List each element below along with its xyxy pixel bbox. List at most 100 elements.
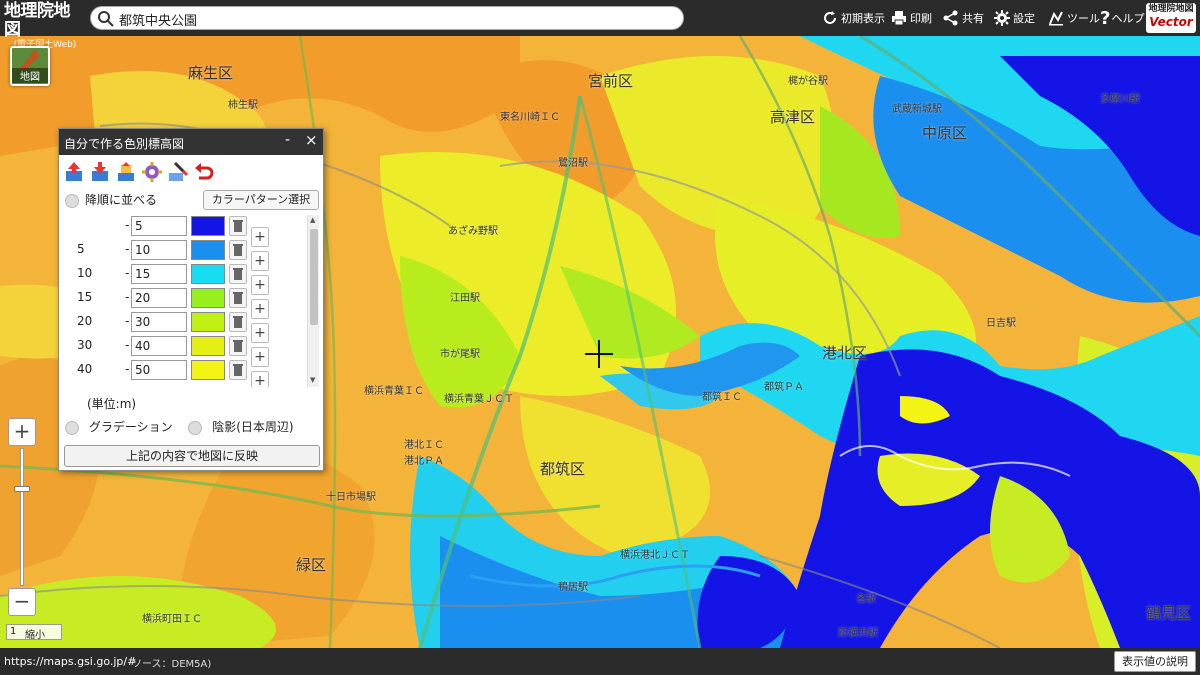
logo-title: 地理院地図: [4, 1, 71, 40]
scroll-down-icon[interactable]: ▼: [310, 376, 315, 384]
gear-icon[interactable]: [141, 161, 163, 183]
label-tsurumi: 鶴見区: [1146, 604, 1192, 622]
label-tomei-ic: 東名川崎ＩＣ: [500, 112, 560, 123]
reset-view-button[interactable]: 初期表示: [822, 8, 885, 28]
elevation-row: 30- 40 +: [63, 335, 307, 367]
zoom-out-button[interactable]: −: [8, 588, 36, 616]
scale-indicator: 1 縮小: [6, 624, 62, 641]
panel-titlebar[interactable]: 自分で作る色別標高図 - ×: [59, 129, 323, 155]
row-from: 30: [77, 338, 93, 352]
gear-icon: [994, 10, 1010, 26]
gsi-map-app: 麻生区 宮前区 高津区 中原区 港北区 都筑区 緑区 柿生駅 あざみ野駅 江田駅…: [0, 0, 1200, 675]
label-takatsu: 高津区: [770, 108, 816, 126]
scroll-up-icon[interactable]: ▲: [310, 216, 315, 224]
trash-icon[interactable]: [229, 216, 247, 236]
label-tsuzuki-pa: 都筑ＰＡ: [764, 382, 804, 393]
label-yokohamamachida: 横浜町田ＩＣ: [142, 614, 202, 625]
minimize-button[interactable]: -: [285, 132, 290, 148]
shading-radio[interactable]: [188, 420, 203, 435]
gradation-label: グラデーション: [88, 420, 173, 434]
label-kakio: 柿生駅: [228, 100, 258, 111]
color-swatch[interactable]: [191, 288, 225, 308]
share-button[interactable]: 共有: [943, 8, 984, 28]
label-saginuma: 鷺沼駅: [558, 158, 588, 169]
row-to-input[interactable]: 40: [131, 336, 187, 356]
search-box[interactable]: 都筑中央公園: [90, 6, 684, 30]
share-label: 共有: [962, 12, 984, 25]
row-to-input[interactable]: 15: [131, 264, 187, 284]
tools-icon: [1049, 11, 1063, 26]
color-swatch[interactable]: [191, 336, 225, 356]
upload-icon[interactable]: [63, 161, 85, 183]
label-aoba-jct: 横浜青葉ＪＣＴ: [444, 394, 514, 405]
row-to-input[interactable]: 20: [131, 288, 187, 308]
color-pattern-button[interactable]: カラーパターン選択: [203, 190, 319, 210]
paint-icon[interactable]: [167, 161, 189, 183]
color-swatch[interactable]: [191, 360, 225, 380]
apply-to-map-button[interactable]: 上記の内容で地図に反映: [64, 445, 320, 467]
sort-radio[interactable]: [65, 193, 79, 208]
trash-icon[interactable]: [229, 264, 247, 284]
options-row: グラデーション 陰影(日本周辺): [65, 418, 294, 435]
legend-explanation-button[interactable]: 表示値の説明: [1114, 651, 1196, 672]
elevation-row: 20- 30 +: [63, 311, 307, 343]
label-kohoku: 港北区: [822, 344, 868, 362]
custom-elevation-panel: 自分で作る色別標高図 - × 降順に並べる カラーパターン選択 - 5 + 5 …: [58, 128, 324, 471]
row-from: 10: [77, 266, 93, 280]
zoom-in-button[interactable]: +: [8, 418, 36, 446]
trash-icon[interactable]: [229, 360, 247, 380]
rows-scrollbar[interactable]: ▲ ▼: [307, 215, 319, 387]
help-icon: ?: [1100, 7, 1111, 29]
color-swatch[interactable]: [191, 312, 225, 332]
settings-button[interactable]: 設定: [994, 8, 1035, 28]
add-row-button[interactable]: +: [251, 371, 269, 387]
close-button[interactable]: ×: [305, 131, 318, 149]
row-to-input[interactable]: 30: [131, 312, 187, 332]
help-button[interactable]: ? ヘルプ: [1100, 7, 1145, 29]
zoom-slider-handle[interactable]: [14, 486, 30, 492]
row-to-input[interactable]: 50: [131, 360, 187, 380]
elevation-row: 15- 20 +: [63, 287, 307, 319]
reset-view-label: 初期表示: [841, 12, 885, 25]
gradation-radio[interactable]: [65, 420, 79, 435]
site-logo[interactable]: 地理院地図 (電子国土Web): [4, 2, 86, 51]
color-swatch[interactable]: [191, 240, 225, 260]
download-icon[interactable]: [89, 161, 111, 183]
settings-label: 設定: [1013, 12, 1035, 25]
save-icon[interactable]: [115, 161, 137, 183]
color-swatch[interactable]: [191, 264, 225, 284]
scroll-thumb[interactable]: [310, 229, 318, 325]
sort-descending-option[interactable]: 降順に並べる: [65, 191, 157, 208]
unit-label: (単位:m): [87, 397, 137, 411]
vector-logo[interactable]: 地理院地図 Vector: [1146, 3, 1196, 33]
vector-logo-bottom: Vector: [1149, 15, 1193, 29]
undo-icon[interactable]: [193, 161, 215, 183]
tools-button[interactable]: ツール: [1048, 8, 1100, 28]
refresh-icon: [824, 11, 836, 24]
row-from: 40: [77, 362, 93, 376]
print-button[interactable]: 印刷: [891, 8, 932, 28]
tools-label: ツール: [1067, 12, 1100, 25]
vector-logo-top: 地理院地図: [1148, 4, 1194, 14]
trash-icon[interactable]: [229, 240, 247, 260]
trash-icon[interactable]: [229, 336, 247, 356]
status-bar: https://maps.gsi.go.jp/# ソース：DEM5A) 表示値の…: [0, 648, 1200, 675]
elevation-row: 10- 15 +: [63, 263, 307, 295]
search-input[interactable]: 都筑中央公園: [119, 10, 197, 29]
status-url: https://maps.gsi.go.jp/#: [4, 655, 137, 668]
row-to-input[interactable]: 5: [131, 216, 187, 236]
label-kamoi: 鴨居駅: [558, 582, 588, 593]
row-from: 5: [77, 242, 85, 256]
top-header: 地理院地図 (電子国土Web) 都筑中央公園 初期表示 印刷 共有 設定 ツール…: [0, 0, 1200, 51]
trash-icon[interactable]: [229, 312, 247, 332]
color-swatch[interactable]: [191, 216, 225, 236]
label-hiyoshi: 日吉駅: [986, 318, 1016, 329]
base-map-switch-button[interactable]: 地図: [10, 46, 50, 86]
zoom-slider-track[interactable]: [20, 448, 24, 586]
shrink-label[interactable]: 縮小: [25, 626, 45, 641]
row-to-input[interactable]: 10: [131, 240, 187, 260]
trash-icon[interactable]: [229, 288, 247, 308]
label-tsuzuki: 都筑区: [540, 460, 586, 478]
help-label: ヘルプ: [1111, 12, 1145, 25]
print-label: 印刷: [910, 12, 932, 25]
